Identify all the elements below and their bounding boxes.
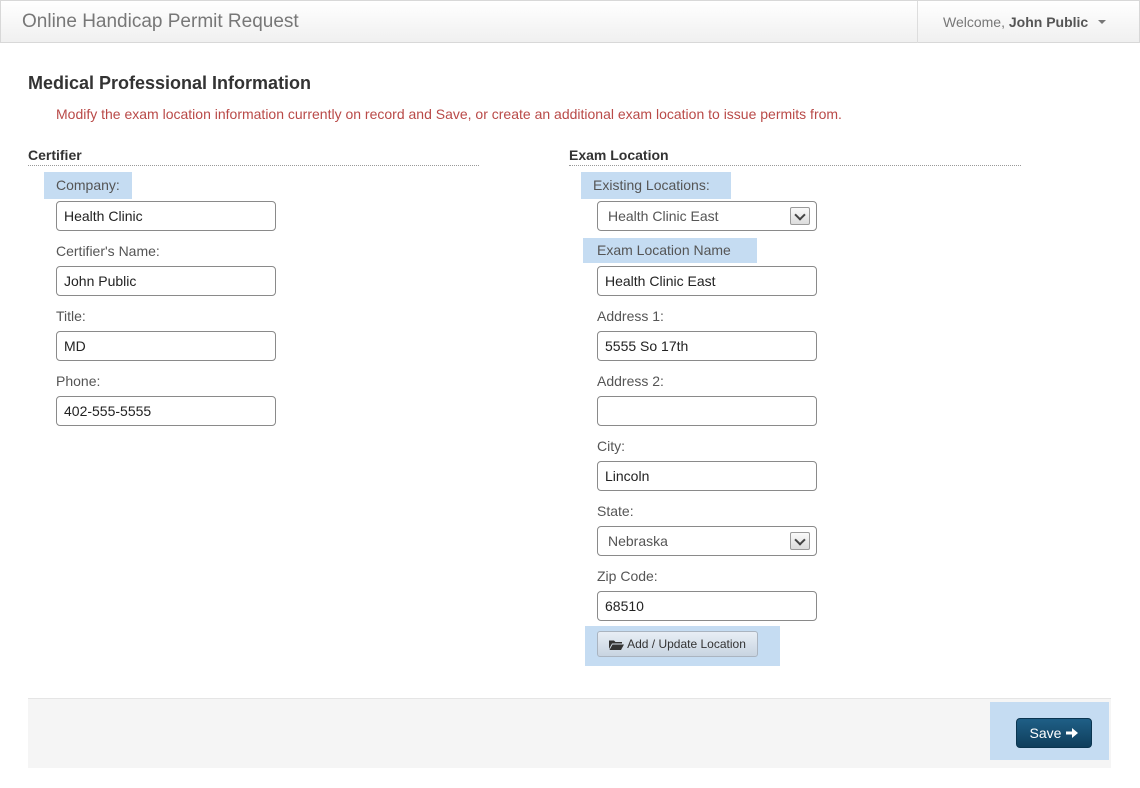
address1-input[interactable]	[597, 331, 817, 361]
certifier-name-label: Certifier's Name:	[56, 243, 160, 259]
folder-open-icon	[609, 640, 625, 650]
address1-label: Address 1:	[597, 308, 664, 324]
user-menu[interactable]: Welcome, John Public	[917, 1, 1140, 43]
form-actions-bar	[28, 698, 1111, 768]
navbar: Online Handicap Permit Request Welcome, …	[0, 0, 1140, 43]
dropdown-arrow-icon[interactable]	[790, 532, 810, 550]
existing-locations-label: Existing Locations:	[581, 172, 731, 199]
title-input[interactable]	[56, 331, 276, 361]
address2-label: Address 2:	[597, 373, 664, 389]
welcome-text: Welcome,	[943, 14, 1005, 30]
city-input[interactable]	[597, 461, 817, 491]
page-title: Medical Professional Information	[28, 73, 312, 93]
user-name: John Public	[1008, 14, 1089, 30]
zip-code-label: Zip Code:	[597, 568, 658, 584]
state-value: Nebraska	[608, 533, 668, 549]
exam-location-name-input[interactable]	[597, 266, 817, 296]
add-update-location-label: Add / Update Location	[627, 637, 746, 651]
zip-code-input[interactable]	[597, 591, 817, 621]
add-update-location-button[interactable]: Add / Update Location	[597, 631, 758, 657]
company-input[interactable]	[56, 201, 276, 231]
exam-location-name-label: Exam Location Name	[583, 238, 757, 263]
notice-message: Modify the exam location information cur…	[56, 106, 842, 122]
state-label: State:	[597, 503, 634, 519]
existing-locations-select[interactable]: Health Clinic East	[597, 201, 817, 231]
save-label: Save	[1029, 725, 1062, 741]
dropdown-arrow-icon[interactable]	[790, 207, 810, 225]
exam-location-section-title: Exam Location	[569, 147, 1021, 166]
address2-input[interactable]	[597, 396, 817, 426]
app-title: Online Handicap Permit Request	[22, 11, 299, 32]
certifier-section-title: Certifier	[28, 147, 479, 166]
state-select[interactable]: Nebraska	[597, 526, 817, 556]
phone-label: Phone:	[56, 373, 101, 389]
save-button[interactable]: Save	[1016, 718, 1092, 748]
title-label: Title:	[56, 308, 86, 324]
city-label: City:	[597, 438, 625, 454]
certifier-name-input[interactable]	[56, 266, 276, 296]
company-label: Company:	[44, 172, 132, 199]
existing-locations-value: Health Clinic East	[608, 208, 719, 224]
arrow-right-icon	[1066, 728, 1079, 738]
caret-down-icon	[1098, 20, 1107, 24]
phone-input[interactable]	[56, 396, 276, 426]
